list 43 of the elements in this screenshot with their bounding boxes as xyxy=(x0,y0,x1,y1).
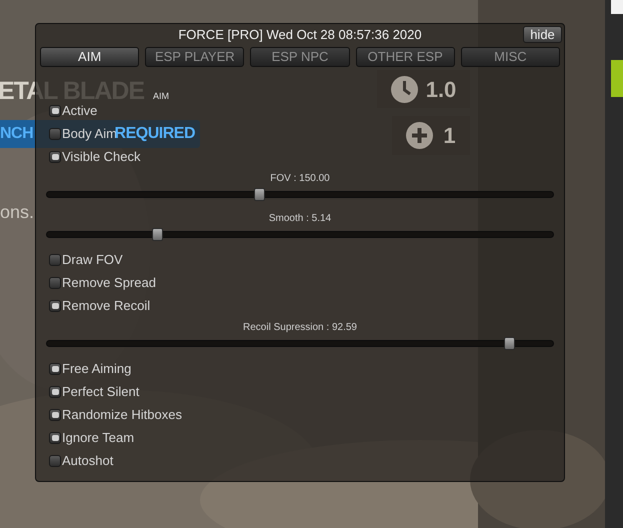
checkbox[interactable] xyxy=(49,408,61,420)
checkbox[interactable] xyxy=(49,300,61,312)
banner-text: NCH xyxy=(0,124,34,144)
checkbox[interactable] xyxy=(49,276,61,288)
tab[interactable]: MISC xyxy=(460,47,560,67)
checkbox-label: Visible Check xyxy=(62,148,141,166)
slider-thumb[interactable] xyxy=(254,188,265,200)
checkbox[interactable] xyxy=(49,362,61,374)
tab[interactable]: AIM xyxy=(40,47,140,67)
checkbox-label: Draw FOV xyxy=(62,250,123,269)
checkbox-label: Autoshot xyxy=(62,452,114,470)
tab[interactable]: ESP NPC xyxy=(250,47,350,67)
count-value: 1 xyxy=(443,122,456,150)
checkbox[interactable] xyxy=(49,150,61,162)
plus-icon xyxy=(406,122,434,149)
clock-icon xyxy=(390,76,418,102)
checkbox[interactable] xyxy=(49,128,61,140)
slider-label: Smooth : 5.14 xyxy=(268,212,332,226)
section-label: AIM xyxy=(153,91,170,101)
slider-label: Recoil Supression : 92.59 xyxy=(243,320,357,334)
checkbox-label: Free Aiming xyxy=(62,360,132,378)
checkbox[interactable] xyxy=(49,432,61,444)
checkbox-label: Perfect Silent xyxy=(62,382,140,401)
slider-label: FOV : 150.00 xyxy=(270,172,330,186)
checkbox-label: Randomize Hitboxes xyxy=(62,406,182,424)
checkbox[interactable] xyxy=(49,104,61,116)
tab[interactable]: OTHER ESP xyxy=(356,47,455,67)
slider-thumb[interactable] xyxy=(504,336,515,350)
hide-button[interactable]: hide xyxy=(523,26,562,43)
window-title: FORCE [PRO] Wed Oct 28 08:57:36 2020 xyxy=(178,26,422,44)
checkbox[interactable] xyxy=(49,254,61,266)
checkbox[interactable] xyxy=(49,386,61,398)
game-hint: ons. xyxy=(0,201,34,224)
banner-text: REQUIRED xyxy=(114,124,195,144)
checkbox-label: Remove Recoil xyxy=(62,296,150,315)
checkbox-label: Remove Spread xyxy=(62,274,156,292)
checkbox[interactable] xyxy=(49,454,61,466)
checkbox-label: Ignore Team xyxy=(62,428,134,447)
checkbox-label: Active xyxy=(62,102,98,120)
timer-value: 1.0 xyxy=(426,76,456,104)
slider-thumb[interactable] xyxy=(152,228,164,240)
checkbox-label: Body Aim xyxy=(62,124,117,141)
tab[interactable]: ESP PLAYER xyxy=(145,47,244,67)
